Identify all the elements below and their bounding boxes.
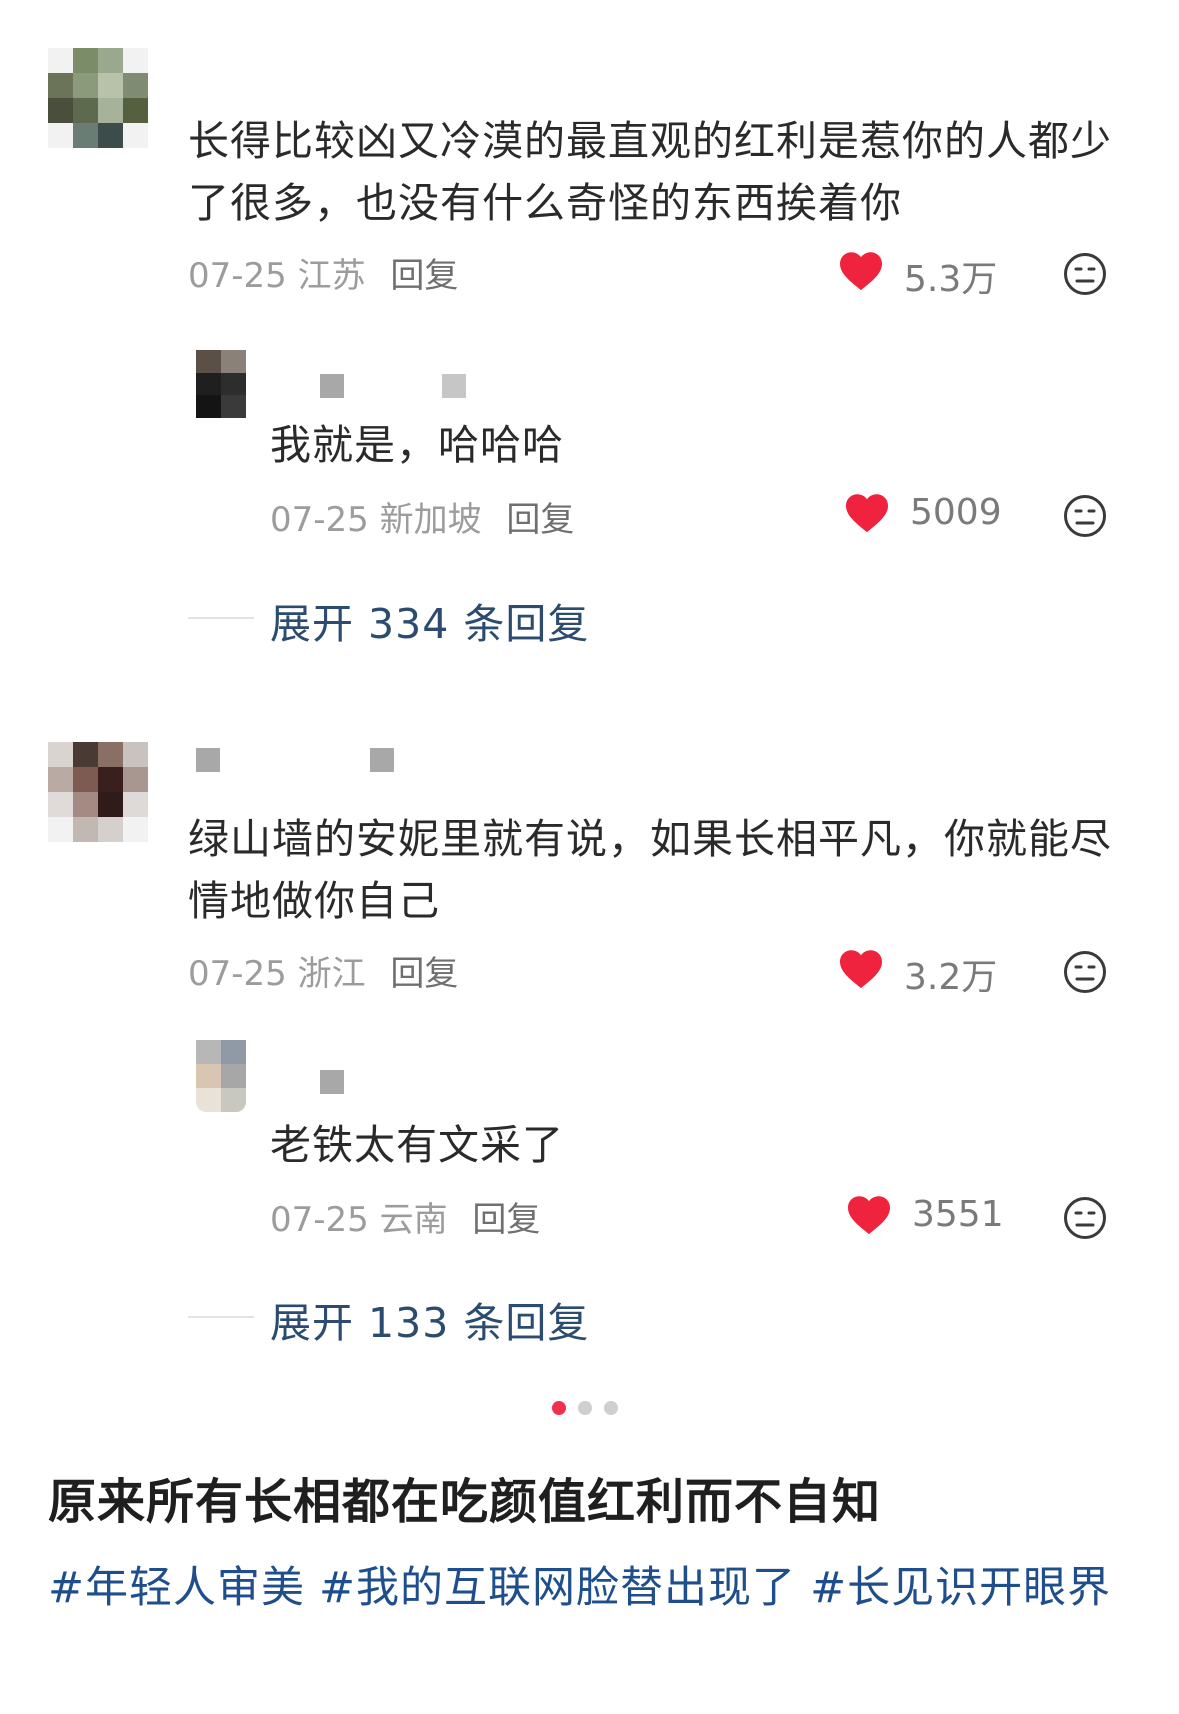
neutral-face-icon[interactable] [1063,252,1107,296]
avatar[interactable] [196,1040,246,1112]
heart-icon[interactable] [846,1194,892,1236]
comment-text: 绿山墙的安妮里就有说，如果长相平凡，你就能尽情地做你自己 [188,815,1112,925]
neutral-face-icon[interactable] [1063,950,1107,994]
expand-replies-button[interactable]: 展开 133 条回复 [270,1289,589,1349]
comment-meta: 07-25 江苏 回复 [188,248,458,297]
heart-icon[interactable] [838,250,884,292]
reply-meta: 07-25 云南 回复 [270,1192,540,1241]
like-count: 5009 [910,492,1002,533]
like-count: 3551 [912,1194,1004,1235]
expand-replies-button[interactable]: 展开 334 条回复 [270,590,589,650]
username-masked [370,748,394,772]
expand-divider [188,617,254,619]
reply-location: 新加坡 [379,500,482,540]
avatar[interactable] [196,350,246,418]
avatar[interactable] [48,48,148,148]
username-masked [320,1070,344,1094]
pagination-dot-active[interactable] [552,1401,566,1415]
hashtag-link[interactable]: #年轻人审美 [48,1563,305,1613]
hashtag-link[interactable]: #长见识开眼界 [810,1563,1111,1613]
username-masked [196,748,220,772]
heart-icon[interactable] [844,492,890,534]
username-masked [442,374,466,398]
comment-date: 07-25 [188,256,287,296]
expand-divider [188,1316,254,1318]
reply-text: 老铁太有文采了 [270,1121,564,1169]
avatar[interactable] [48,742,148,842]
like-count: 3.2万 [904,957,998,998]
comment-text: 长得比较凶又冷漠的最直观的红利是惹你的人都少了很多，也没有什么奇怪的东西挨着你 [188,117,1112,227]
comment-location: 江苏 [297,256,366,296]
reply-date: 07-25 [270,1200,369,1240]
neutral-face-icon[interactable] [1063,494,1107,538]
reply-date: 07-25 [270,500,369,540]
heart-icon[interactable] [838,948,884,990]
comment-meta: 07-25 浙江 回复 [188,946,458,995]
comment-date: 07-25 [188,954,287,994]
reply-text: 我就是，哈哈哈 [270,421,564,469]
reply-button[interactable]: 回复 [390,954,458,994]
pagination-dot[interactable] [604,1401,618,1415]
hashtag-list: #年轻人审美 #我的互联网脸替出现了 #长见识开眼界 [48,1550,1138,1626]
neutral-face-icon[interactable] [1063,1196,1107,1240]
reply-button[interactable]: 回复 [472,1200,540,1240]
comment-location: 浙江 [297,954,366,994]
pagination-dot[interactable] [578,1401,592,1415]
reply-meta: 07-25 新加坡 回复 [270,492,574,541]
username-masked [320,374,344,398]
reply-button[interactable]: 回复 [390,256,458,296]
like-count: 5.3万 [904,259,998,300]
hashtag-link[interactable]: #我的互联网脸替出现了 [319,1563,796,1613]
reply-button[interactable]: 回复 [506,500,574,540]
post-title: 原来所有长相都在吃颜值红利而不自知 [48,1474,882,1530]
reply-location: 云南 [379,1200,448,1240]
